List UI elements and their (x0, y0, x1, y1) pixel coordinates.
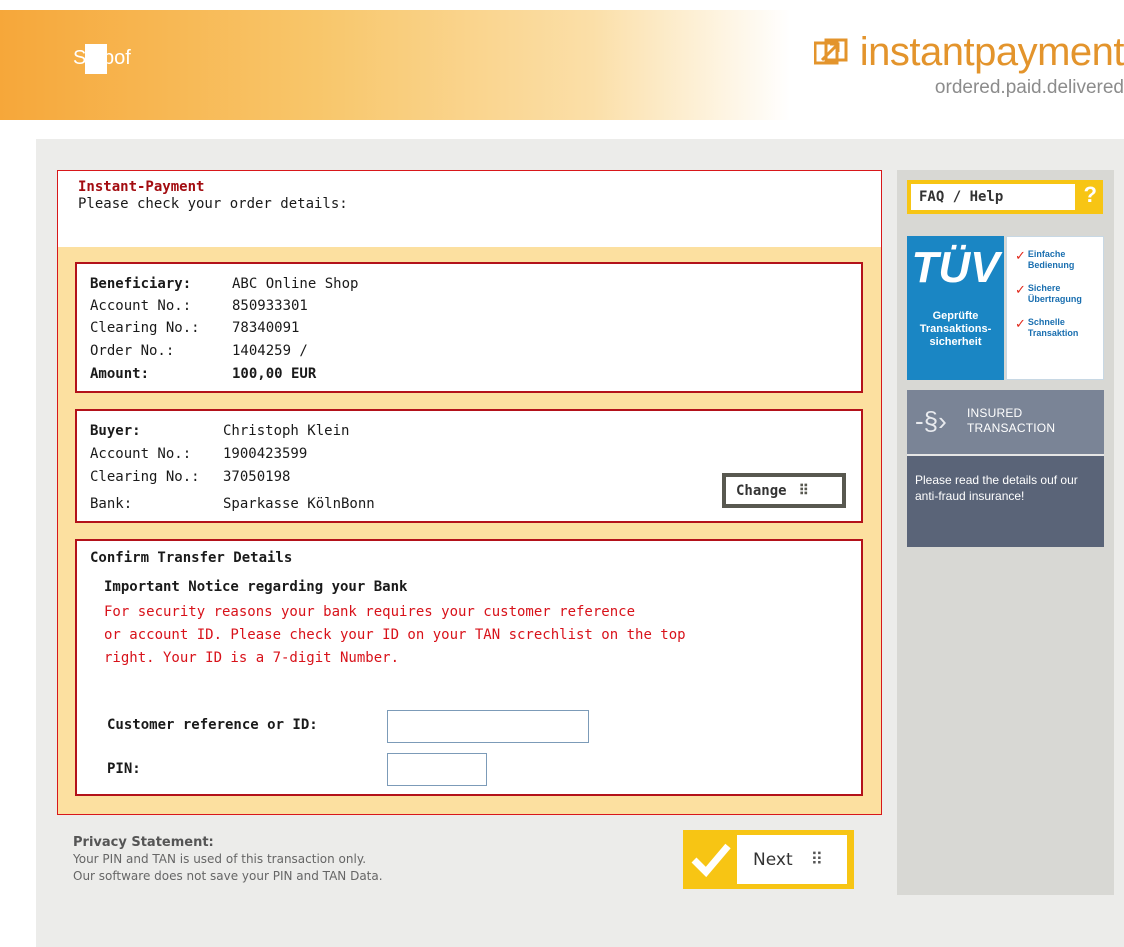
arrow-dots-icon: ⠿ (810, 849, 824, 870)
tuv-caption: Geprüfte Transaktions- sicherheit (907, 310, 1004, 349)
notice-line-3: right. Your ID is a 7-digit Number. (104, 650, 400, 666)
question-mark-icon: ? (1083, 182, 1097, 207)
beneficiary-account-row: Account No.: 850933301 (90, 296, 308, 316)
tuv-logo: TÜV (911, 243, 1000, 292)
amount-value: 100,00 EUR (232, 366, 317, 382)
brand: instantpayment ordered.paid.delivered (813, 30, 1124, 100)
customer-ref-input[interactable] (387, 710, 589, 743)
next-button-inner: Next ⠿ (737, 835, 847, 884)
insured-line-1: INSURED (967, 406, 1023, 420)
pin-input[interactable] (387, 753, 487, 786)
tuv-line-2: Transaktions- (919, 323, 992, 335)
tuv-line-1: Geprüfte (932, 310, 979, 322)
tuv-checklist: ✓ Einfache Bedienung ✓ Sichere Übertragung… (1006, 236, 1104, 380)
privacy-line-1: Your PIN and TAN is used of this transac… (73, 852, 367, 866)
next-button-label: Next (753, 849, 793, 870)
order-row: Order No.: 1404259 / (90, 341, 308, 361)
faq-label: FAQ / Help (911, 184, 1075, 210)
check-1-line-2: Bedienung (1027, 260, 1075, 270)
checkmark-icon: ✓ (1015, 317, 1026, 332)
tuv-line-3: sicherheit (929, 336, 982, 348)
check-3-line-2: Transaktion (1027, 328, 1079, 338)
beneficiary-account-label: Account No.: (90, 298, 192, 314)
check-2-line-1: Sichere (1027, 283, 1061, 293)
step-of-label: of (114, 47, 131, 69)
paragraph-arrow-icon: -§› (915, 406, 947, 436)
notice-line-2: or account ID. Please check your ID on y… (104, 627, 686, 643)
beneficiary-clearing-value: 78340091 (232, 320, 300, 336)
insured-transaction-panel[interactable]: -§› INSURED TRANSACTION Please read the … (907, 390, 1104, 547)
customer-ref-label: Customer reference or ID: (107, 717, 318, 733)
check-item: ✓ Einfache Bedienung (1015, 249, 1103, 271)
notice-text: For security reasons your bank requires … (104, 601, 744, 670)
buyer-label: Buyer: (90, 423, 141, 439)
panel-title: Instant-Payment (78, 179, 205, 195)
check-item: ✓ Schnelle Transaktion (1015, 317, 1103, 339)
check-3-line-1: Schnelle (1027, 317, 1065, 327)
privacy-line-2: Our software does not save your PIN and … (73, 869, 383, 883)
buyer-clearing-row: Clearing No.: 37050198 (90, 467, 290, 487)
checkmark-icon (691, 843, 731, 878)
beneficiary-label: Beneficiary: (90, 276, 192, 292)
checkmark-icon: ✓ (1015, 249, 1026, 264)
brand-name: instantpayment (859, 30, 1124, 74)
pin-label: PIN: (107, 761, 141, 777)
privacy-title: Privacy Statement: (73, 835, 214, 850)
check-item: ✓ Sichere Übertragung (1015, 283, 1103, 305)
amount-label: Amount: (90, 366, 150, 382)
insured-title: INSURED TRANSACTION (967, 406, 1055, 436)
buyer-account-value: 1900423599 (223, 446, 308, 462)
privacy-statement: Privacy Statement: Your PIN and TAN is u… (73, 834, 383, 885)
step-total: 3 (85, 43, 107, 74)
notice-line-1: For security reasons your bank requires … (104, 604, 636, 620)
beneficiary-clearing-row: Clearing No.: 78340091 (90, 318, 299, 338)
next-button[interactable]: Next ⠿ (683, 830, 854, 889)
checkmark-icon: ✓ (1015, 283, 1026, 298)
insured-header: -§› INSURED TRANSACTION (907, 390, 1104, 456)
step-indicator: Step 2 of 3 (73, 43, 131, 74)
panel-header: Instant-Payment Please check your order … (58, 171, 881, 247)
brand-logo-icon (813, 38, 848, 65)
beneficiary-clearing-label: Clearing No.: (90, 320, 200, 336)
arrow-dots-icon: ⠿ (798, 482, 809, 499)
change-button[interactable]: Change ⠿ (722, 473, 846, 508)
buyer-account-label: Account No.: (90, 446, 192, 462)
change-button-label: Change (736, 482, 787, 499)
faq-help-button[interactable]: FAQ / Help ? (907, 180, 1103, 214)
notice-title: Important Notice regarding your Bank (104, 579, 408, 595)
bank-value: Sparkasse KölnBonn (223, 496, 375, 512)
confirm-title: Confirm Transfer Details (90, 550, 293, 566)
amount-row: Amount: 100,00 EUR (90, 364, 316, 384)
check-1-line-1: Einfache (1027, 249, 1066, 259)
order-value: 1404259 / (232, 343, 308, 359)
beneficiary-value: ABC Online Shop (232, 276, 359, 292)
tuv-seal: TÜV Geprüfte Transaktions- sicherheit (907, 236, 1004, 380)
buyer-row: Buyer: Christoph Klein (90, 421, 349, 441)
buyer-clearing-label: Clearing No.: (90, 469, 200, 485)
insured-line-2: TRANSACTION (967, 421, 1056, 435)
brand-tagline: ordered.paid.delivered (934, 77, 1124, 98)
order-label: Order No.: (90, 343, 175, 359)
bank-label: Bank: (90, 496, 133, 512)
insured-description: Please read the details ouf our anti-fra… (915, 473, 1078, 503)
check-2-line-2: Übertragung (1027, 294, 1082, 304)
beneficiary-row: Beneficiary: ABC Online Shop (90, 274, 358, 294)
beneficiary-account-value: 850933301 (232, 298, 308, 314)
bank-row: Bank: Sparkasse KölnBonn (90, 494, 375, 514)
panel-subtitle: Please check your order details: (78, 196, 348, 212)
buyer-clearing-value: 37050198 (223, 469, 291, 485)
buyer-account-row: Account No.: 1900423599 (90, 444, 307, 464)
buyer-value: Christoph Klein (223, 423, 350, 439)
